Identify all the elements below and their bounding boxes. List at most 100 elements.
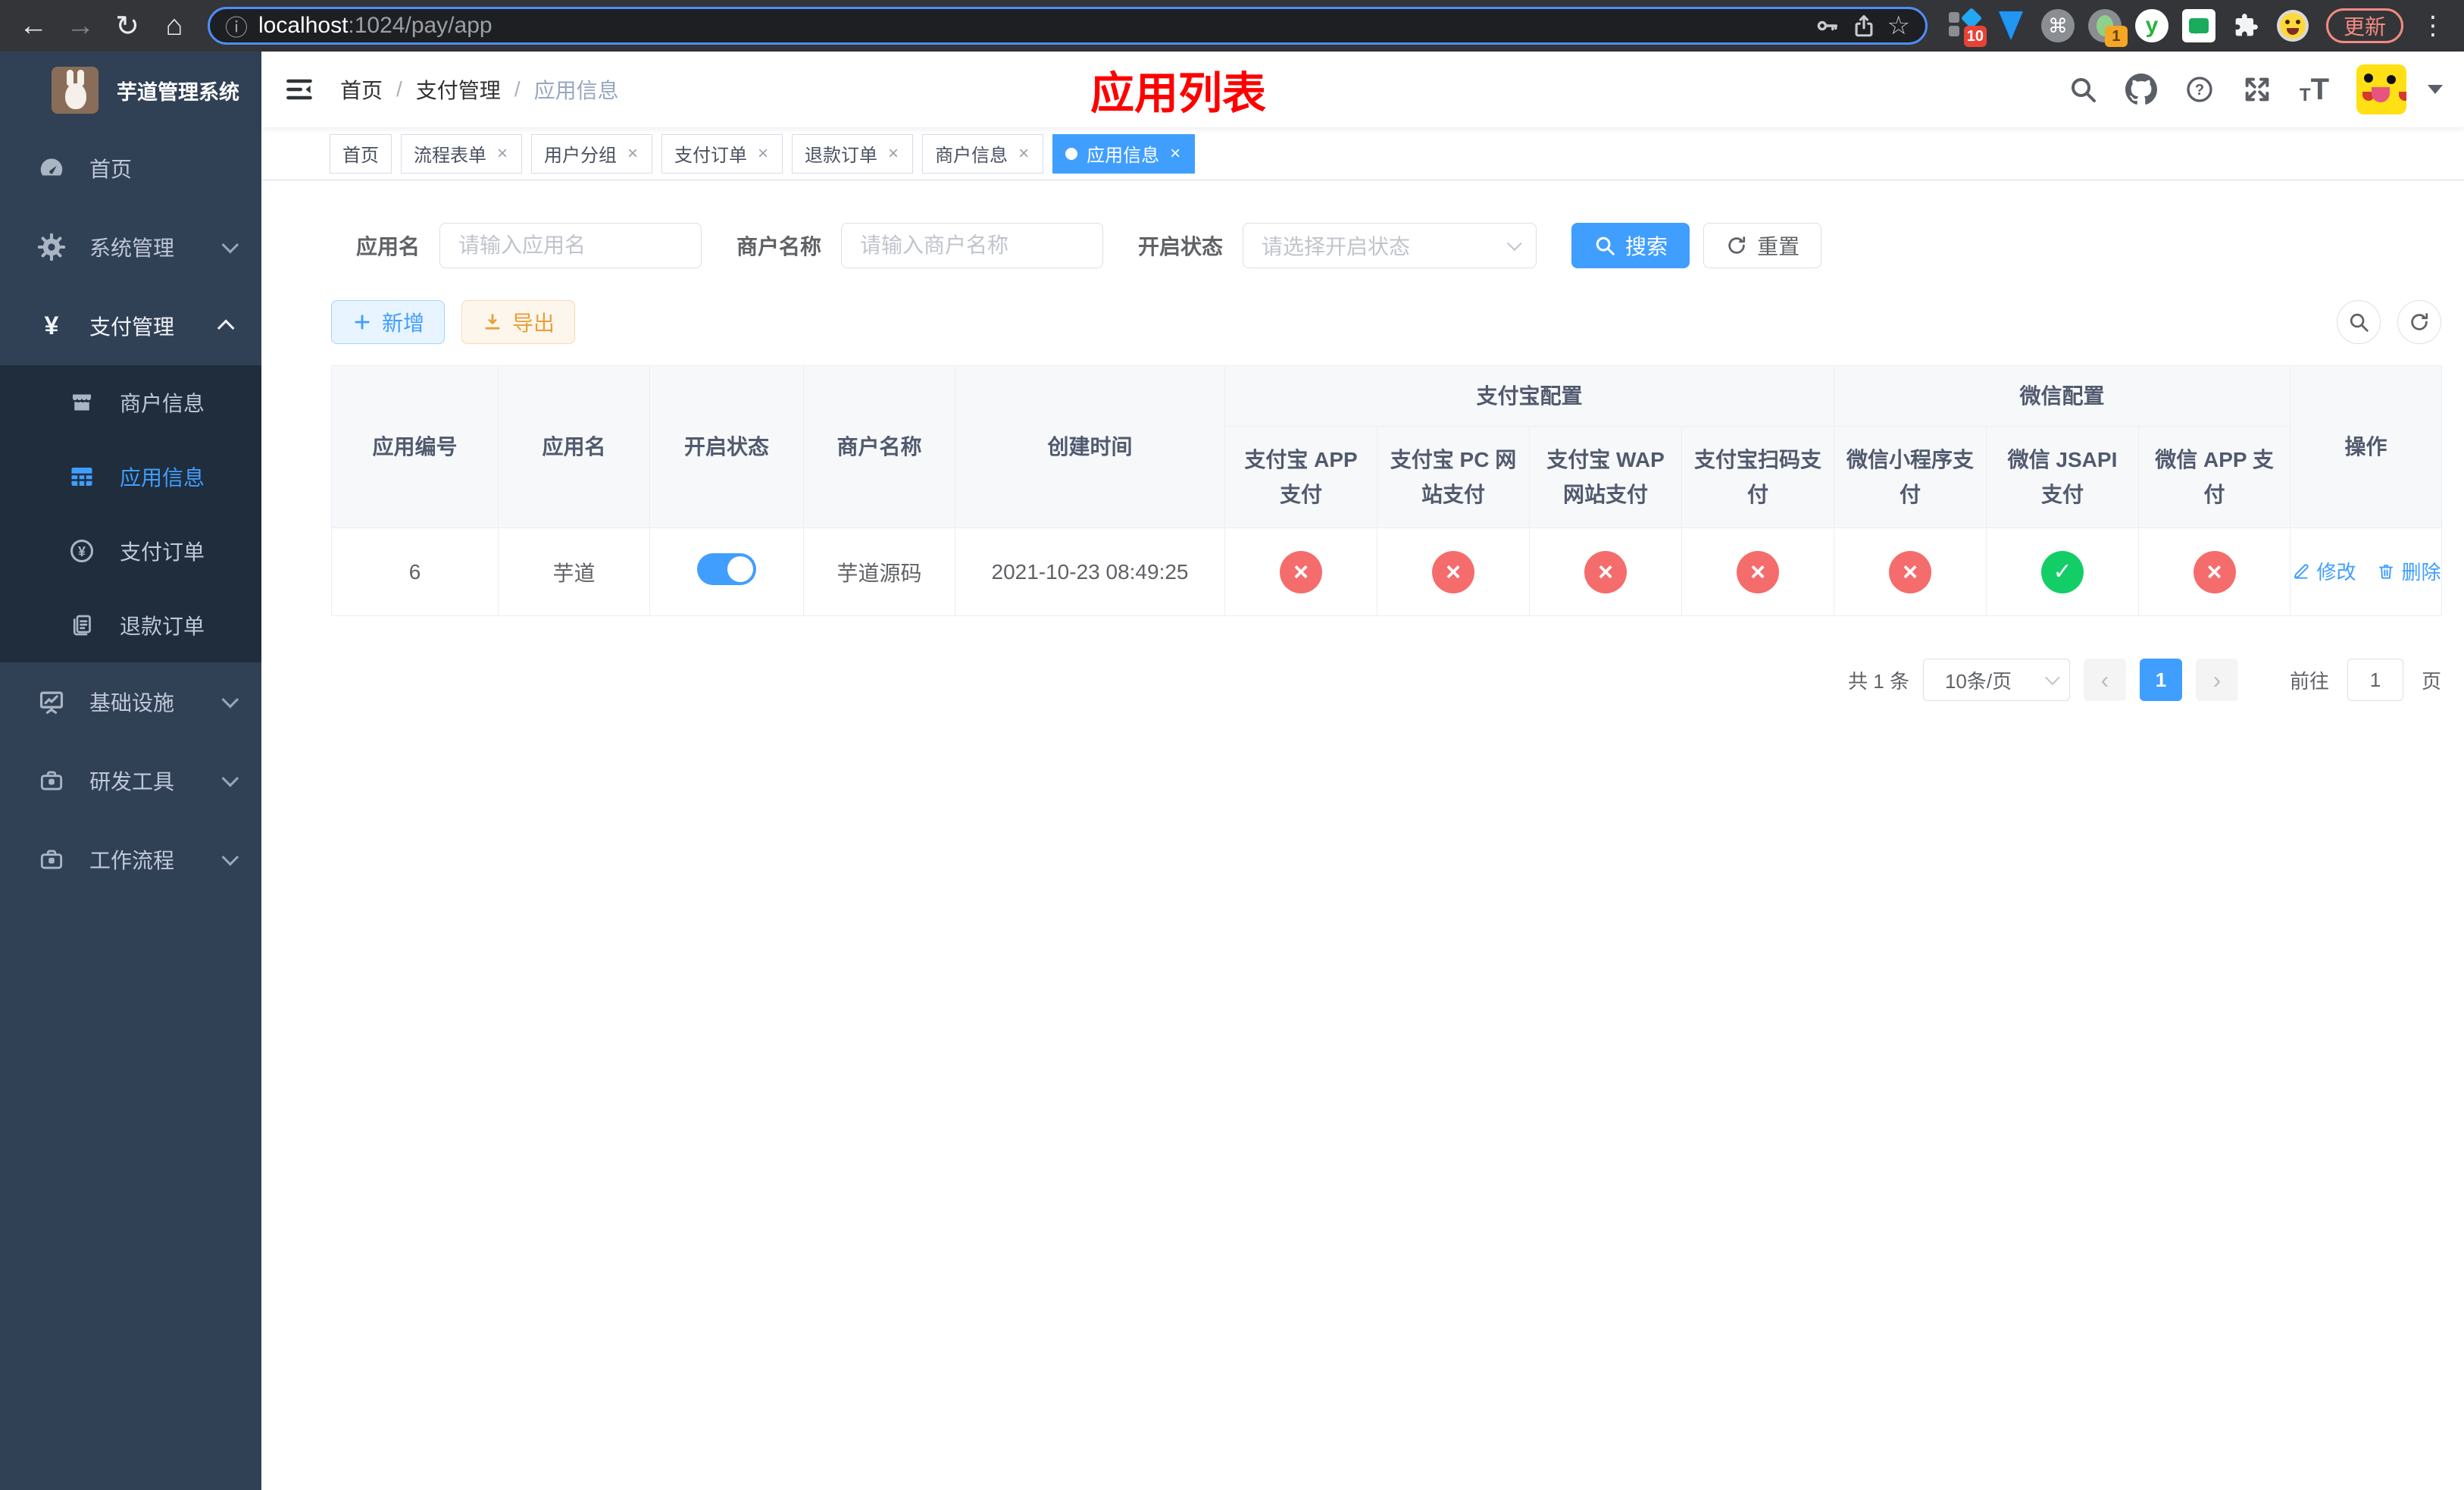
close-icon[interactable]: × bbox=[1168, 143, 1182, 164]
site-info-icon[interactable]: ⓘ bbox=[225, 9, 248, 42]
browser-home-button[interactable]: ⌂ bbox=[153, 5, 195, 47]
search-button-label: 搜索 bbox=[1625, 235, 1668, 258]
close-icon[interactable]: × bbox=[886, 143, 900, 164]
cell-wechat-app bbox=[2138, 527, 2291, 616]
kite-icon bbox=[1998, 11, 2023, 40]
add-button-label: 新增 bbox=[382, 311, 425, 335]
extensions-cluster: 10 ⌘ 1 y 更新 ⋮ bbox=[1940, 7, 2452, 47]
extension-blue-kite-icon[interactable] bbox=[1993, 8, 2029, 44]
storefront-icon bbox=[67, 389, 97, 416]
close-icon[interactable]: × bbox=[626, 143, 639, 164]
refresh-icon bbox=[1728, 236, 1746, 254]
sidebar-item-merchant-info[interactable]: 商户信息 bbox=[0, 365, 261, 440]
status-select[interactable]: 请选择开启状态 bbox=[1243, 223, 1537, 268]
user-menu-caret-icon[interactable] bbox=[2428, 85, 2443, 94]
next-page-button[interactable]: › bbox=[2195, 659, 2238, 701]
extension-command-icon[interactable]: ⌘ bbox=[2040, 8, 2076, 44]
breadcrumb: 首页 / 支付管理 / 应用信息 bbox=[340, 74, 619, 105]
status-toggle[interactable] bbox=[697, 553, 756, 585]
help-icon[interactable]: ? bbox=[2184, 74, 2215, 105]
close-icon[interactable]: × bbox=[756, 143, 770, 164]
col-alipay-app: 支付宝 APP 支付 bbox=[1224, 426, 1377, 528]
extensions-puzzle-icon[interactable] bbox=[2228, 8, 2264, 44]
toggle-search-button[interactable] bbox=[2337, 300, 2381, 344]
close-icon[interactable]: × bbox=[496, 143, 509, 164]
password-key-icon[interactable] bbox=[1815, 13, 1840, 39]
add-button[interactable]: 新增 bbox=[331, 300, 446, 344]
extension-emoji-icon[interactable] bbox=[2275, 8, 2311, 44]
github-icon[interactable] bbox=[2125, 74, 2157, 105]
browser-forward-button[interactable]: → bbox=[59, 5, 102, 47]
sidebar-item-label: 应用信息 bbox=[120, 466, 205, 490]
export-button[interactable]: 导出 bbox=[461, 300, 576, 344]
tab-refund-orders[interactable]: 退款订单 × bbox=[792, 133, 914, 174]
sidebar-item-dev-tools[interactable]: 研发工具 bbox=[0, 741, 261, 820]
grid-square-icon bbox=[1948, 26, 1959, 36]
sidebar-item-system[interactable]: 系统管理 bbox=[0, 208, 261, 286]
font-size-icon[interactable]: TT bbox=[2300, 74, 2329, 105]
sidebar-item-app-info[interactable]: 应用信息 bbox=[0, 440, 261, 514]
tab-app-info[interactable]: 应用信息 × bbox=[1052, 133, 1196, 174]
chevron-down-icon bbox=[221, 236, 239, 254]
chat-bubble-icon bbox=[2188, 18, 2209, 34]
extension-y-logo-icon[interactable]: y bbox=[2134, 8, 2170, 44]
sidebar-collapse-button[interactable] bbox=[283, 73, 316, 106]
chevron-down-icon bbox=[221, 848, 239, 866]
tab-payment-orders[interactable]: 支付订单 × bbox=[661, 133, 783, 174]
y-logo-icon: y bbox=[2134, 9, 2169, 42]
page-size-value: 10条/页 bbox=[1944, 669, 2012, 693]
page-number-1[interactable]: 1 bbox=[2139, 659, 2182, 701]
merchant-name-input[interactable] bbox=[841, 223, 1104, 268]
filter-app-name: 应用名 bbox=[356, 223, 702, 268]
search-button[interactable]: 搜索 bbox=[1571, 223, 1690, 268]
share-icon[interactable] bbox=[1851, 13, 1877, 39]
goto-page-input[interactable] bbox=[2347, 659, 2403, 701]
extension-profile-icon[interactable]: 1 bbox=[2087, 8, 2128, 47]
delete-button[interactable]: 删除 bbox=[2376, 557, 2441, 585]
monitor-chart-icon bbox=[36, 687, 67, 716]
user-avatar[interactable] bbox=[2356, 64, 2406, 114]
reset-button[interactable]: 重置 bbox=[1703, 223, 1822, 268]
page-size-select[interactable]: 10条/页 bbox=[1922, 659, 2070, 701]
status-cross-icon bbox=[1889, 550, 1932, 593]
briefcase-icon bbox=[36, 845, 67, 874]
extension-chat-icon[interactable] bbox=[2181, 8, 2217, 44]
browser-back-button[interactable]: ← bbox=[12, 5, 55, 47]
browser-menu-button[interactable]: ⋮ bbox=[2414, 11, 2452, 41]
app-name-input[interactable] bbox=[439, 223, 702, 268]
cell-wechat-lite bbox=[1834, 527, 1987, 616]
pencil-icon bbox=[2294, 564, 2309, 579]
tab-home[interactable]: 首页 bbox=[330, 133, 392, 174]
sidebar-item-payment-orders[interactable]: ¥ 支付订单 bbox=[0, 514, 261, 588]
prev-page-button[interactable]: ‹ bbox=[2083, 659, 2126, 701]
url-text[interactable]: localhost:1024/pay/app bbox=[258, 13, 1804, 39]
breadcrumb-section[interactable]: 支付管理 bbox=[416, 74, 501, 105]
fullscreen-icon[interactable] bbox=[2242, 74, 2272, 105]
close-icon[interactable]: × bbox=[1017, 143, 1030, 164]
tab-merchant-info[interactable]: 商户信息 × bbox=[922, 133, 1044, 174]
merchant-name-label: 商户名称 bbox=[736, 235, 822, 258]
bookmark-star-icon[interactable]: ☆ bbox=[1887, 11, 1910, 41]
sidebar-item-infrastructure[interactable]: 基础设施 bbox=[0, 662, 261, 741]
browser-reload-button[interactable]: ↻ bbox=[106, 5, 149, 47]
col-wechat-lite: 微信小程序支付 bbox=[1834, 426, 1987, 528]
refresh-table-button[interactable] bbox=[2397, 300, 2441, 344]
extension-grid-diamond-icon[interactable]: 10 bbox=[1946, 7, 1987, 47]
tab-process-form[interactable]: 流程表单 × bbox=[401, 133, 523, 174]
search-icon[interactable] bbox=[2068, 74, 2098, 105]
chevron-down-icon bbox=[1506, 236, 1522, 252]
breadcrumb-home[interactable]: 首页 bbox=[340, 74, 383, 105]
sidebar-item-payment[interactable]: ¥ 支付管理 bbox=[0, 286, 261, 365]
sidebar-item-refund-orders[interactable]: 退款订单 bbox=[0, 588, 261, 662]
chrome-update-button[interactable]: 更新 bbox=[2325, 8, 2403, 43]
table-toolbar: 新增 导出 bbox=[331, 300, 2441, 344]
col-app-name: 应用名 bbox=[498, 365, 650, 528]
edit-button[interactable]: 修改 bbox=[2291, 557, 2356, 585]
tab-user-group[interactable]: 用户分组 × bbox=[531, 133, 653, 174]
address-bar[interactable]: ⓘ localhost:1024/pay/app ☆ bbox=[208, 7, 1928, 45]
sidebar-item-workflow[interactable]: 工作流程 bbox=[0, 820, 261, 899]
app-logo-row[interactable]: 芋道管理系统 bbox=[0, 52, 261, 129]
sidebar-item-home[interactable]: 首页 bbox=[0, 129, 261, 208]
pagination: 共 1 条 10条/页 ‹ 1 › 前往 页 bbox=[331, 659, 2441, 701]
reload-icon: ↻ bbox=[115, 10, 139, 42]
